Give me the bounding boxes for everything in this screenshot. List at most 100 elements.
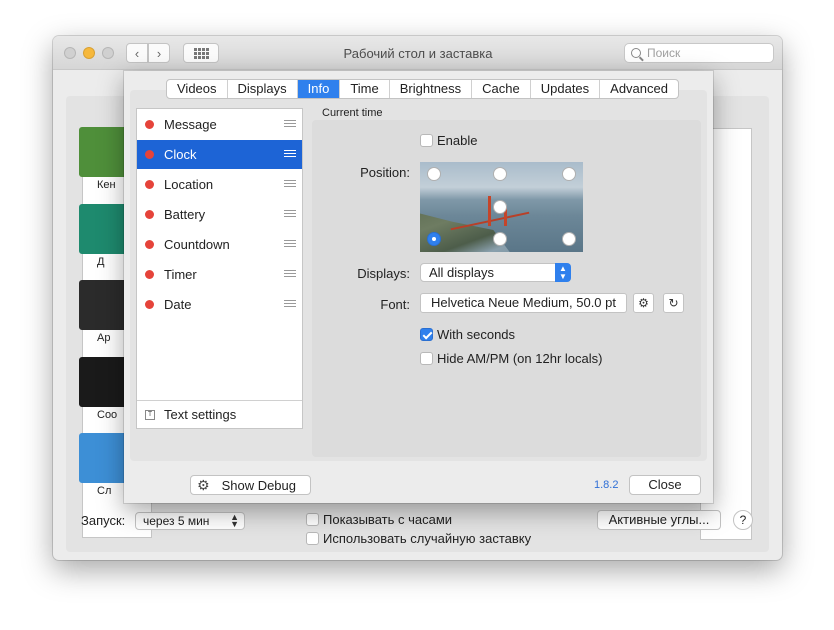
search-placeholder: Поиск xyxy=(647,46,681,60)
zoom-window-button[interactable] xyxy=(102,47,114,59)
search-icon xyxy=(631,48,641,58)
drag-handle-icon[interactable] xyxy=(284,120,296,129)
with-seconds-label: With seconds xyxy=(437,327,516,342)
start-after-select[interactable]: через 5 мин ▲ ▼ xyxy=(135,512,245,530)
show-all-button[interactable] xyxy=(183,43,219,63)
back-button[interactable]: ‹ xyxy=(126,43,148,63)
minimize-window-button[interactable] xyxy=(83,47,95,59)
info-item-date[interactable]: Date xyxy=(137,290,302,319)
drag-handle-icon[interactable] xyxy=(284,270,296,279)
show-with-clock-label: Показывать с часами xyxy=(323,512,453,527)
displays-label: Displays: xyxy=(357,266,410,281)
close-window-button[interactable] xyxy=(64,47,76,59)
drag-handle-icon[interactable] xyxy=(284,240,296,249)
info-item-label: Battery xyxy=(164,207,206,222)
tab-displays[interactable]: Displays xyxy=(228,80,298,98)
search-field[interactable]: Поиск xyxy=(624,43,774,63)
enable-checkbox[interactable]: Enable xyxy=(420,133,477,148)
status-dot-icon xyxy=(145,120,154,129)
status-dot-icon xyxy=(145,180,154,189)
reset-font-button[interactable]: ↻ xyxy=(663,293,684,313)
text-settings-label: Text settings xyxy=(164,407,237,422)
info-item-label: Clock xyxy=(164,147,197,162)
info-item-countdown[interactable]: Countdown xyxy=(137,230,302,259)
position-bottom-center-radio[interactable] xyxy=(493,232,507,246)
tab-time[interactable]: Time xyxy=(340,80,390,98)
position-bottom-right-radio[interactable] xyxy=(562,232,576,246)
font-field[interactable]: Helvetica Neue Medium, 50.0 pt xyxy=(420,293,627,313)
position-top-right-radio[interactable] xyxy=(562,167,576,181)
close-button[interactable]: Close xyxy=(629,475,701,495)
position-label: Position: xyxy=(360,165,410,180)
drag-handle-icon[interactable] xyxy=(284,210,296,219)
font-settings-button[interactable]: ⚙ xyxy=(633,293,654,313)
random-saver-checkbox[interactable]: Использовать случайную заставку xyxy=(306,531,531,546)
info-item-message[interactable]: Message xyxy=(137,110,302,139)
position-bottom-left-radio[interactable] xyxy=(427,232,441,246)
tab-cache[interactable]: Cache xyxy=(472,80,531,98)
bridge-tower xyxy=(488,196,491,226)
gear-icon: ⚙ xyxy=(197,476,210,493)
screensaver-thumbnail[interactable] xyxy=(79,204,129,254)
screensaver-thumbnail[interactable] xyxy=(79,127,129,177)
with-seconds-checkbox[interactable]: With seconds xyxy=(420,327,515,342)
screensaver-thumbnail[interactable] xyxy=(79,280,129,330)
screensaver-thumbnail[interactable] xyxy=(79,433,129,483)
position-top-left-radio[interactable] xyxy=(427,167,441,181)
checkbox-box[interactable] xyxy=(420,134,433,147)
status-dot-icon xyxy=(145,240,154,249)
checkbox-box[interactable] xyxy=(420,328,433,341)
info-items-list: Message Clock Location Battery Countdown Time… xyxy=(136,108,303,429)
drag-handle-icon[interactable] xyxy=(284,180,296,189)
position-picker xyxy=(420,162,583,252)
tab-videos[interactable]: Videos xyxy=(167,80,228,98)
tab-updates[interactable]: Updates xyxy=(531,80,601,98)
info-item-battery[interactable]: Battery xyxy=(137,200,302,229)
displays-value: All displays xyxy=(429,265,495,280)
stepper-arrows-icon: ▲ ▼ xyxy=(555,263,571,282)
show-with-clock-checkbox[interactable]: Показывать с часами xyxy=(306,512,452,527)
version-link[interactable]: 1.8.2 xyxy=(594,479,618,491)
tab-advanced[interactable]: Advanced xyxy=(600,80,678,98)
start-label: Запуск: xyxy=(81,513,126,528)
tab-info[interactable]: Info xyxy=(297,80,341,98)
show-debug-button[interactable]: ⚙ Show Debug xyxy=(190,475,311,495)
info-item-label: Date xyxy=(164,297,192,312)
hot-corners-button[interactable]: Активные углы... xyxy=(597,510,721,530)
info-item-label: Timer xyxy=(164,267,197,282)
info-item-label: Location xyxy=(164,177,214,192)
font-label: Font: xyxy=(380,297,410,312)
status-dot-icon xyxy=(145,270,154,279)
info-item-location[interactable]: Location xyxy=(137,170,302,199)
random-saver-label: Использовать случайную заставку xyxy=(323,531,532,546)
position-top-center-radio[interactable] xyxy=(493,167,507,181)
displays-select[interactable]: All displays ▲ ▼ xyxy=(420,263,571,282)
info-item-label: Countdown xyxy=(164,237,230,252)
checkbox-box[interactable] xyxy=(306,513,319,526)
checkbox-box[interactable] xyxy=(306,532,319,545)
text-icon: T xyxy=(145,409,155,420)
reset-icon: ↻ xyxy=(668,296,679,310)
window-title: Рабочий стол и заставка xyxy=(343,46,493,61)
gear-icon: ⚙ xyxy=(638,296,649,310)
info-item-timer[interactable]: Timer xyxy=(137,260,302,289)
info-item-clock[interactable]: Clock xyxy=(137,140,302,169)
start-after-value: через 5 мин xyxy=(143,514,210,528)
show-debug-label: Show Debug xyxy=(221,477,297,493)
position-center-radio[interactable] xyxy=(493,200,507,214)
drag-handle-icon[interactable] xyxy=(284,300,296,309)
hide-ampm-checkbox[interactable]: Hide AM/PM (on 12hr locals) xyxy=(420,351,602,366)
drag-handle-icon[interactable] xyxy=(284,150,296,159)
status-dot-icon xyxy=(145,300,154,309)
help-button[interactable]: ? xyxy=(733,510,753,530)
status-dot-icon xyxy=(145,210,154,219)
status-dot-icon xyxy=(145,150,154,159)
checkbox-box[interactable] xyxy=(420,352,433,365)
grid-icon xyxy=(193,47,209,59)
screensaver-thumbnail[interactable] xyxy=(79,357,129,407)
tab-brightness[interactable]: Brightness xyxy=(390,80,473,98)
text-settings-row[interactable]: T Text settings xyxy=(137,400,302,428)
stepper-arrows-icon: ▲ ▼ xyxy=(230,512,239,529)
forward-button[interactable]: › xyxy=(148,43,170,63)
chevron-right-icon: › xyxy=(156,45,162,61)
